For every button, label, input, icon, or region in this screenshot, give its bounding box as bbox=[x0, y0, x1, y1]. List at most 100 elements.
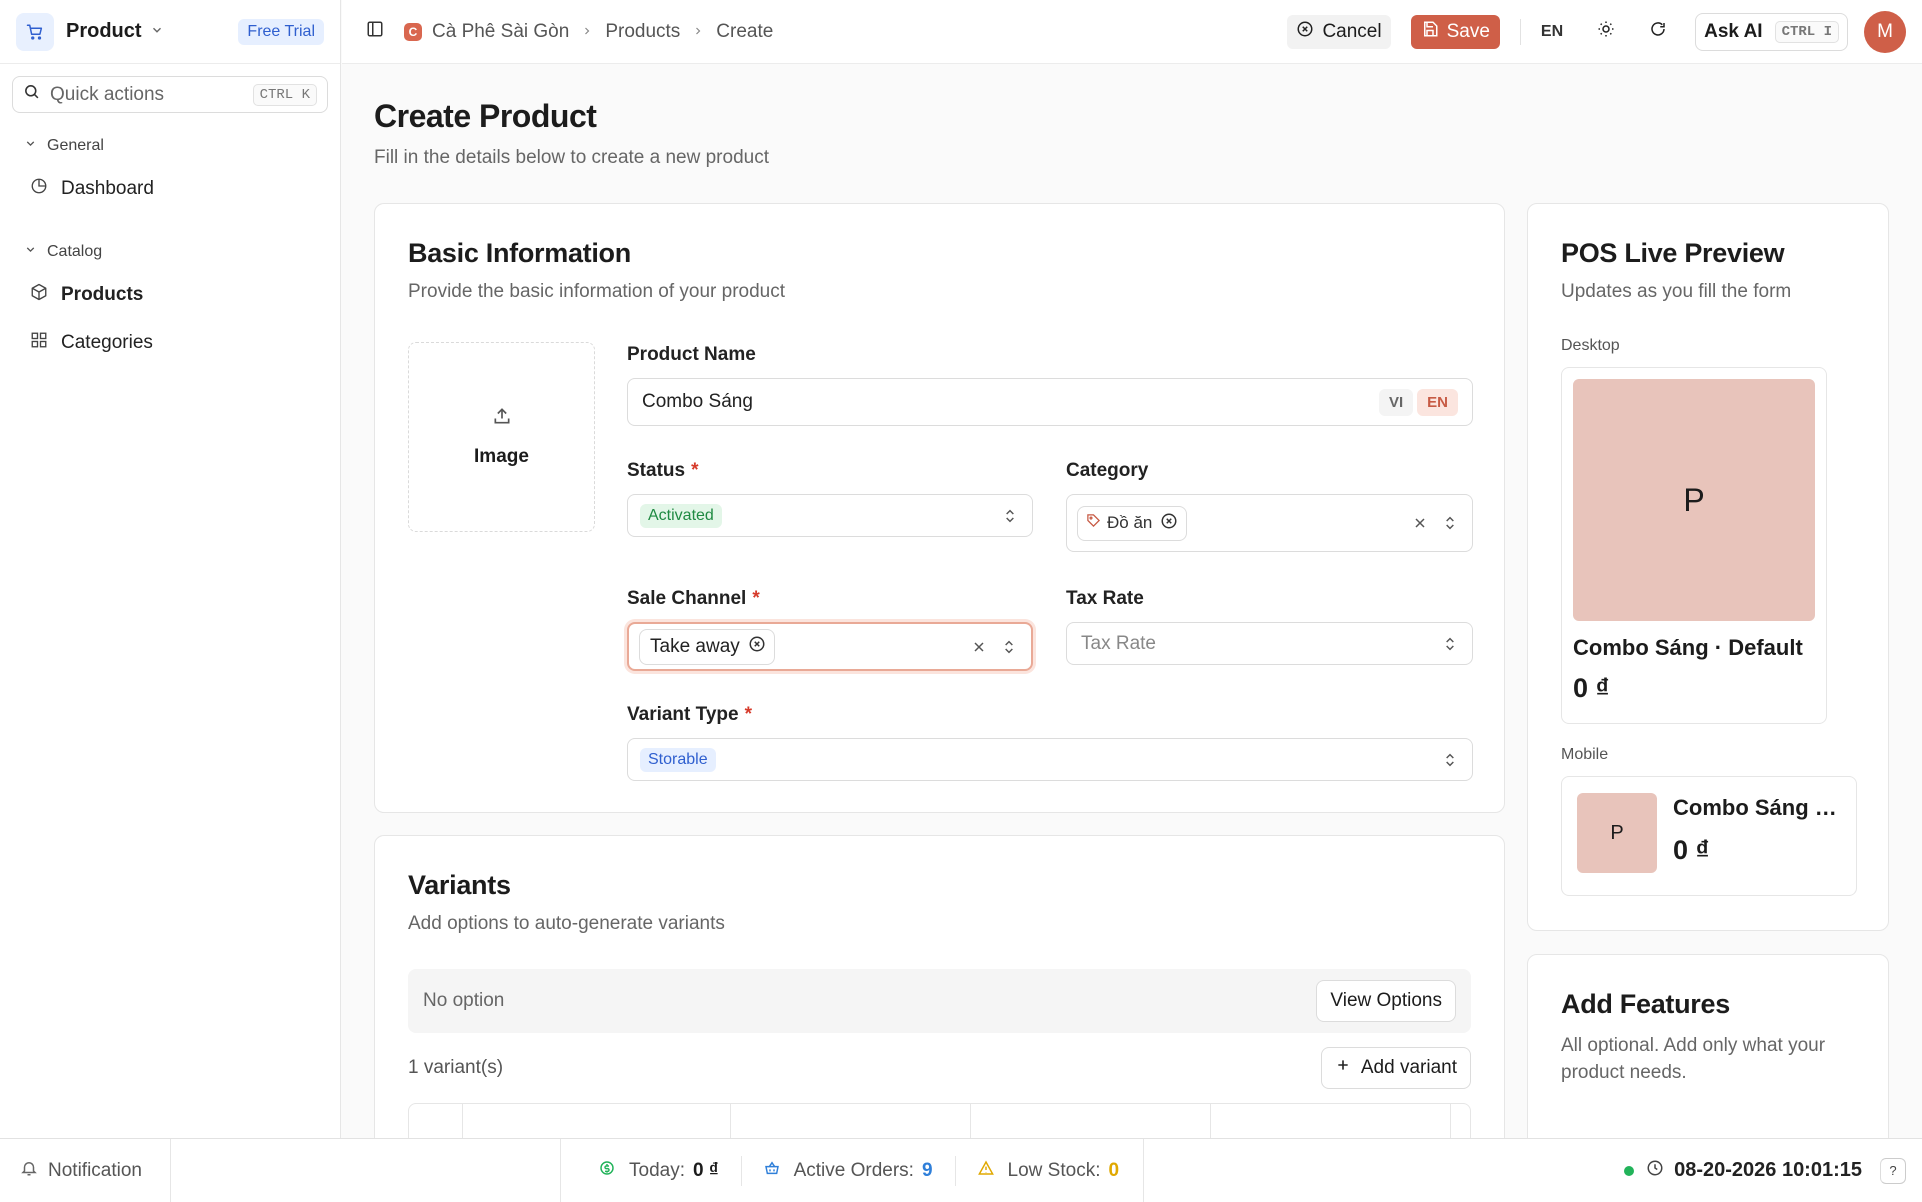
notification-label: Notification bbox=[48, 1159, 142, 1181]
notification-button[interactable]: Notification bbox=[0, 1139, 171, 1202]
remove-chip-icon[interactable] bbox=[748, 635, 766, 659]
tag-icon bbox=[1086, 513, 1101, 533]
nav-group-catalog[interactable]: Catalog bbox=[0, 243, 340, 261]
quick-actions-shortcut: CTRL K bbox=[252, 83, 317, 106]
card-subtitle: All optional. Add only what your product… bbox=[1561, 1035, 1826, 1083]
clock-icon bbox=[1646, 1159, 1664, 1183]
stat-value: 0 ₫ bbox=[692, 1159, 719, 1181]
product-image-placeholder: P bbox=[1577, 793, 1657, 873]
cancel-button[interactable]: Cancel bbox=[1287, 14, 1391, 49]
mobile-preview-tile: P Combo Sáng · Default 0 ₫ bbox=[1561, 776, 1857, 896]
chevron-down-icon bbox=[24, 243, 37, 261]
card-subtitle: Add options to auto-generate variants bbox=[408, 913, 725, 934]
table-col bbox=[1211, 1104, 1451, 1142]
search-icon bbox=[23, 83, 40, 106]
chevron-right-icon bbox=[692, 21, 704, 43]
breadcrumb-store[interactable]: Cà Phê Sài Gòn bbox=[432, 21, 569, 43]
no-option-text: No option bbox=[423, 990, 505, 1011]
quick-actions-label: Quick actions bbox=[50, 83, 165, 105]
product-name-value: Combo Sáng bbox=[642, 391, 753, 412]
basket-icon bbox=[764, 1160, 780, 1182]
view-options-button[interactable]: View Options bbox=[1316, 980, 1456, 1022]
sidebar-toggle-icon[interactable] bbox=[366, 20, 384, 44]
stat-value: 9 bbox=[921, 1159, 933, 1181]
app-switcher[interactable]: Product Free Trial bbox=[0, 0, 340, 64]
close-circle-icon bbox=[1296, 20, 1314, 44]
variant-type-badge: Storable bbox=[640, 747, 716, 772]
tax-rate-placeholder: Tax Rate bbox=[1081, 632, 1156, 654]
add-variant-button[interactable]: Add variant bbox=[1320, 1047, 1471, 1089]
save-button[interactable]: Save bbox=[1410, 14, 1500, 49]
sidebar-item-dashboard[interactable]: Dashboard bbox=[0, 171, 340, 207]
divider bbox=[1519, 18, 1521, 45]
quick-actions-search[interactable]: Quick actions CTRL K bbox=[12, 76, 328, 113]
stats-group: Today: 0 ₫ Active Orders: 9 Low Stock: 0 bbox=[560, 1139, 1145, 1202]
card-title: Variants bbox=[408, 870, 511, 900]
variant-type-select[interactable]: Storable bbox=[627, 738, 1473, 781]
card-title: POS Live Preview bbox=[1561, 238, 1785, 268]
add-variant-label: Add variant bbox=[1360, 1057, 1457, 1078]
stat-today[interactable]: Today: 0 ₫ bbox=[599, 1160, 719, 1182]
sidebar-item-label: Categories bbox=[61, 332, 153, 353]
product-name-input[interactable]: Combo Sáng VI EN bbox=[627, 378, 1473, 426]
category-select[interactable]: Đồ ăn bbox=[1066, 494, 1473, 552]
language-toggle: VI EN bbox=[1378, 388, 1458, 416]
sidebar-item-products[interactable]: Products bbox=[0, 277, 340, 313]
divider bbox=[954, 1155, 956, 1186]
language-switcher[interactable]: EN bbox=[1541, 23, 1563, 41]
stat-active-orders[interactable]: Active Orders: 9 bbox=[764, 1160, 933, 1182]
lang-vi-tab[interactable]: VI bbox=[1378, 388, 1414, 416]
variants-table-header bbox=[408, 1103, 1471, 1143]
status-select[interactable]: Activated bbox=[627, 494, 1033, 537]
sale-channel-select[interactable]: Take away bbox=[627, 622, 1033, 671]
store-logo: C bbox=[404, 22, 422, 41]
preview-item-name: Combo Sáng · Default bbox=[1573, 635, 1803, 660]
datetime: 08-20-2026 10:01:15 bbox=[1674, 1159, 1862, 1181]
avatar[interactable]: M bbox=[1864, 10, 1906, 53]
image-upload[interactable]: Image bbox=[408, 342, 595, 532]
cart-icon bbox=[16, 12, 54, 51]
sidebar: Product Free Trial Quick actions CTRL K … bbox=[0, 0, 341, 1138]
tax-rate-select[interactable]: Tax Rate bbox=[1066, 622, 1473, 665]
floppy-disk-icon bbox=[1421, 20, 1439, 44]
nav-group-label: Catalog bbox=[47, 243, 103, 260]
status-bar: Notification Today: 0 ₫ Active Orders: 9… bbox=[0, 1138, 1922, 1202]
theme-toggle[interactable] bbox=[1589, 15, 1623, 49]
cancel-label: Cancel bbox=[1322, 20, 1382, 42]
status-right: 08-20-2026 10:01:15 ? bbox=[1624, 1139, 1922, 1202]
category-chip-label: Đồ ăn bbox=[1107, 513, 1153, 532]
lang-en-tab[interactable]: EN bbox=[1417, 388, 1458, 416]
help-button[interactable]: ? bbox=[1880, 1157, 1906, 1184]
breadcrumb-products[interactable]: Products bbox=[605, 21, 680, 43]
nav-group-general[interactable]: General bbox=[0, 137, 340, 155]
breadcrumb-current: Create bbox=[716, 20, 774, 42]
sidebar-item-label: Products bbox=[61, 284, 144, 305]
topbar: C Cà Phê Sài Gòn Products Create Cancel … bbox=[342, 0, 1922, 64]
card-subtitle: Provide the basic information of your pr… bbox=[408, 281, 786, 302]
clear-icon[interactable] bbox=[1412, 515, 1428, 531]
category-label: Category bbox=[1066, 460, 1149, 481]
clear-icon[interactable] bbox=[971, 639, 987, 655]
chevron-right-icon bbox=[581, 21, 593, 43]
refresh-button[interactable] bbox=[1641, 15, 1675, 49]
stat-value: 0 bbox=[1108, 1159, 1120, 1181]
sun-icon bbox=[1597, 20, 1615, 44]
sidebar-item-categories[interactable]: Categories bbox=[0, 325, 340, 361]
ask-ai-shortcut: CTRL I bbox=[1774, 20, 1839, 43]
grid-icon bbox=[30, 331, 48, 355]
remove-chip-icon[interactable] bbox=[1160, 512, 1178, 535]
money-icon bbox=[599, 1160, 615, 1182]
chevron-updown-icon bbox=[1442, 636, 1458, 652]
nav-group-label: General bbox=[47, 137, 104, 154]
chevron-updown-icon bbox=[1002, 508, 1018, 524]
preview-item-name: Combo Sáng · Default bbox=[1673, 795, 1843, 820]
stat-low-stock[interactable]: Low Stock: 0 bbox=[977, 1159, 1120, 1182]
ask-ai-label: Ask AI bbox=[1704, 20, 1763, 42]
category-chip: Đồ ăn bbox=[1077, 505, 1188, 541]
ask-ai-button[interactable]: Ask AI CTRL I bbox=[1695, 12, 1848, 51]
box-icon bbox=[30, 283, 48, 307]
upload-icon bbox=[492, 406, 512, 432]
image-label: Image bbox=[474, 446, 529, 467]
free-trial-badge[interactable]: Free Trial bbox=[238, 18, 324, 45]
basic-information-card: Basic Information Provide the basic info… bbox=[374, 203, 1505, 813]
